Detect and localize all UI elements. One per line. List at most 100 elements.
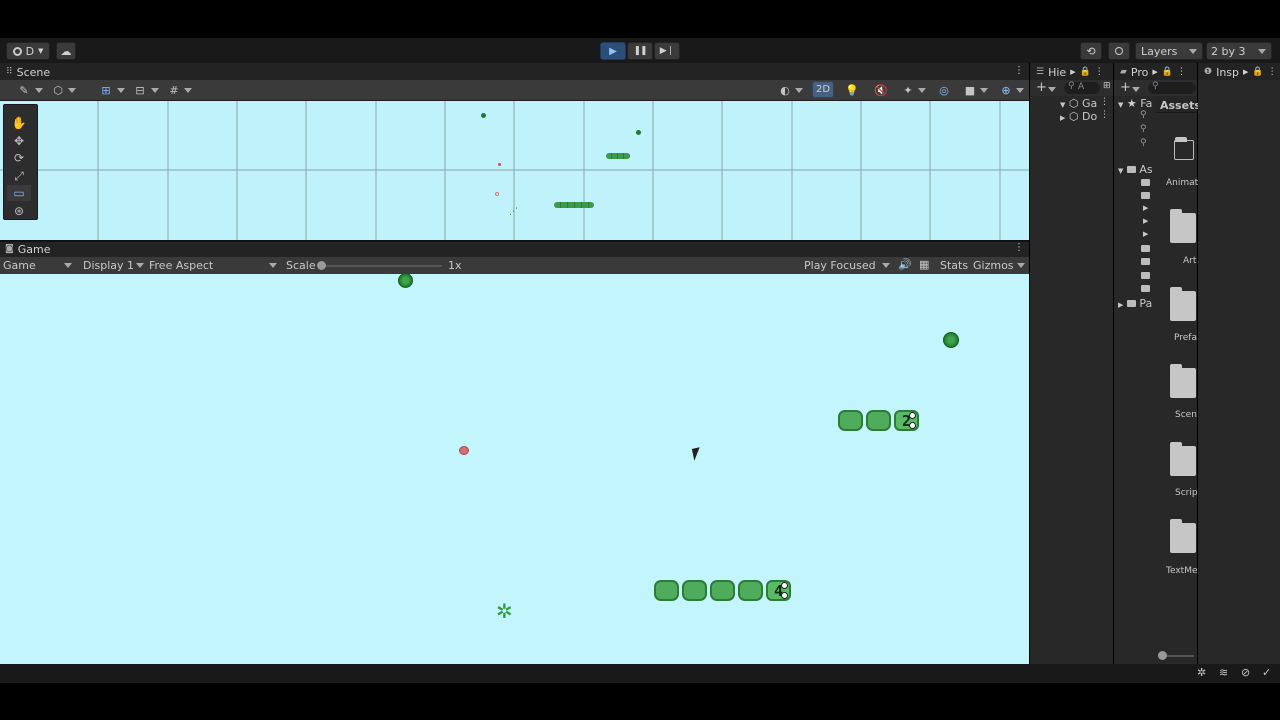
- tab-game[interactable]: ◙ Game: [5, 241, 50, 257]
- folder-icon[interactable]: [1170, 364, 1196, 398]
- tab-inspector[interactable]: ❶ Insp ▶ 🔒 ⋮: [1204, 64, 1277, 80]
- snake-eye: [909, 412, 916, 419]
- gizmos-button[interactable]: Gizmos: [973, 259, 1014, 272]
- hierarchy-item[interactable]: ▶ ⬡ Do: [1060, 110, 1097, 123]
- favorites-item[interactable]: ▼ ★ Fa: [1118, 97, 1152, 110]
- more-icon[interactable]: ⋮: [1100, 97, 1109, 107]
- hand-tool-icon[interactable]: ✋: [7, 115, 31, 131]
- account-dropdown[interactable]: D ▼: [6, 42, 50, 60]
- scene-snake-small: [606, 153, 630, 159]
- folder-icon[interactable]: [1170, 287, 1196, 321]
- lock-icon[interactable]: 🔒: [1162, 67, 1173, 77]
- scene-viewport[interactable]: ⋰: [0, 101, 1029, 240]
- play-mode-select[interactable]: Play Focused: [804, 259, 876, 272]
- stats-button[interactable]: Stats: [940, 259, 968, 272]
- move-tool-icon[interactable]: ✥: [7, 133, 31, 149]
- chevron-right-icon[interactable]: ▶: [1143, 230, 1148, 238]
- visibility-icon[interactable]: ◎: [934, 81, 954, 99]
- mode-2d-button[interactable]: 2D: [812, 81, 834, 98]
- stats-grid-icon[interactable]: ▦: [919, 258, 929, 271]
- aspect-select[interactable]: Free Aspect: [149, 259, 213, 272]
- audio-icon[interactable]: 🔇: [871, 81, 891, 99]
- camera-icon[interactable]: ■: [960, 81, 980, 99]
- folder-icon[interactable]: [1170, 209, 1196, 243]
- project-breadcrumb[interactable]: Assets: [1160, 99, 1201, 112]
- folder-icon: ▰: [1120, 67, 1127, 77]
- folder-icon[interactable]: [1170, 519, 1196, 553]
- network-icon[interactable]: ⊘: [1241, 666, 1250, 679]
- scene-tab-label: Scene: [16, 65, 51, 79]
- mute-audio-icon[interactable]: 🔊: [898, 258, 912, 271]
- scale-slider-track[interactable]: [321, 265, 442, 267]
- folder-icon[interactable]: [1170, 442, 1196, 476]
- scene-menu-icon[interactable]: ⋮: [1014, 65, 1024, 76]
- cloud-button[interactable]: ☁: [56, 42, 76, 60]
- rotate-tool-icon[interactable]: ⟳: [7, 150, 31, 166]
- snap-icon[interactable]: ⊟: [130, 81, 150, 99]
- folder-icon: [1141, 192, 1150, 199]
- star-icon: ★: [1126, 97, 1137, 110]
- folder-label: TextMe: [1166, 566, 1198, 576]
- hierarchy-item[interactable]: ▼ ⬡ Ga: [1060, 97, 1097, 110]
- game-menu-icon[interactable]: ⋮: [1014, 242, 1024, 253]
- rect-tool-icon[interactable]: ▭: [7, 185, 31, 201]
- play-button[interactable]: ▶: [600, 42, 626, 60]
- folder-icon: [1141, 272, 1150, 279]
- cube-icon[interactable]: ⬡: [48, 81, 68, 99]
- more-icon[interactable]: ⋮: [1268, 67, 1277, 77]
- game-tab-strip: [0, 240, 1029, 257]
- folder-icon[interactable]: [1174, 137, 1194, 160]
- game-controller-icon: ◙: [5, 244, 14, 254]
- cache-icon[interactable]: ≋: [1219, 666, 1228, 679]
- unity-scene-icon: ⬡: [1068, 97, 1079, 110]
- tab-project[interactable]: ▰ Pro ▶ 🔒 ⋮: [1120, 64, 1186, 80]
- add-icon[interactable]: +: [1120, 80, 1131, 95]
- game-view-select[interactable]: Game: [3, 259, 36, 272]
- tab-scene[interactable]: ⠿ Scene: [6, 64, 50, 80]
- project-zoom-handle[interactable]: [1158, 651, 1167, 660]
- scale-slider-handle[interactable]: [317, 261, 326, 270]
- add-icon[interactable]: +: [1036, 80, 1047, 95]
- game-viewport[interactable]: ✲ 2 4: [0, 274, 1029, 664]
- assets-root-item[interactable]: ▼ As: [1118, 163, 1153, 176]
- snake-4-segment: [654, 580, 679, 601]
- draw-mode-icon[interactable]: ✎: [14, 81, 34, 99]
- hierarchy-panel: [1030, 63, 1113, 664]
- history-button[interactable]: ⟲: [1080, 42, 1102, 60]
- lock-icon[interactable]: 🔒: [1080, 67, 1091, 77]
- unity-scene-icon: ⬡: [1068, 110, 1079, 123]
- step-button[interactable]: ▶❘: [654, 42, 680, 60]
- mode-2d-label: 2D: [815, 84, 831, 95]
- more-icon[interactable]: ⋮: [1177, 67, 1186, 77]
- tab-hierarchy[interactable]: ☰ Hie ▶ 🔒 ⋮: [1036, 64, 1104, 80]
- check-icon[interactable]: ✓: [1262, 666, 1271, 679]
- food-pellet: [943, 332, 959, 348]
- more-icon[interactable]: ⋮: [1095, 67, 1104, 77]
- lock-icon[interactable]: 🔒: [1252, 67, 1263, 77]
- shading-icon[interactable]: ◐: [775, 81, 795, 99]
- transform-tool-icon[interactable]: ⊛: [7, 203, 31, 219]
- scale-tool-icon[interactable]: ⤢: [7, 168, 31, 184]
- lighting-icon[interactable]: 💡: [842, 81, 862, 99]
- hierarchy-filter-icon[interactable]: ⊞: [1103, 81, 1111, 91]
- effects-icon[interactable]: ✦: [898, 81, 918, 99]
- scene-apple: [498, 163, 501, 166]
- pause-button[interactable]: ❚❚: [627, 42, 653, 60]
- layout-dropdown[interactable]: 2 by 3: [1206, 42, 1272, 60]
- chevron-right-icon[interactable]: ▶: [1143, 204, 1148, 212]
- layers-dropdown[interactable]: Layers: [1135, 42, 1203, 60]
- search-button[interactable]: [1108, 42, 1130, 60]
- packages-item[interactable]: ▶ Pa: [1118, 297, 1152, 310]
- bug-icon[interactable]: ✲: [1197, 666, 1206, 679]
- search-icon: ⚲: [1140, 138, 1147, 148]
- hierarchy-search-placeholder: A: [1078, 82, 1085, 92]
- apple: [459, 446, 469, 455]
- grid-icon[interactable]: #: [164, 81, 184, 99]
- play-icon: ▶: [609, 45, 617, 57]
- gizmos-icon[interactable]: ⊕: [996, 81, 1016, 99]
- chevron-right-icon[interactable]: ▶: [1143, 217, 1148, 225]
- display-select[interactable]: Display 1: [83, 259, 134, 272]
- scene-tab-strip: [0, 63, 1029, 80]
- more-icon[interactable]: ⋮: [1100, 110, 1109, 120]
- transform-grid-icon[interactable]: ⊞: [96, 81, 116, 99]
